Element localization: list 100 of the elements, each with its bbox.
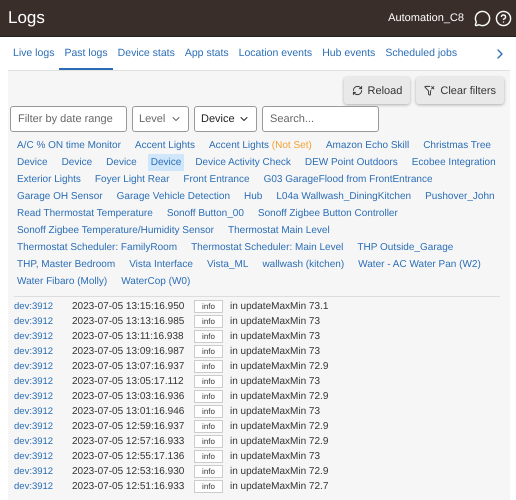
level-tag: info (194, 345, 223, 358)
source-filter[interactable]: Sonoff Zigbee Button Controller (254, 205, 401, 222)
source-filter[interactable]: WaterCop (W0) (118, 273, 194, 290)
source-filter[interactable]: Sonoff Button_00 (164, 205, 247, 222)
source-link[interactable]: dev:3912 (14, 436, 54, 447)
source-filter[interactable]: Device (148, 154, 184, 171)
source-link[interactable]: dev:3912 (14, 421, 54, 432)
log-time: 2023-07-05 12:59:16.937 (72, 421, 186, 432)
search-field[interactable]: Search... (262, 106, 379, 132)
level-tag: info (194, 435, 223, 448)
source-filter[interactable]: Pushover_John (422, 188, 498, 205)
tab[interactable]: Past logs (59, 37, 113, 70)
source-filter[interactable]: Front Entrance (180, 171, 253, 188)
source-filter[interactable]: Garage OH Sensor (14, 188, 106, 205)
chat-icon[interactable] (474, 10, 491, 26)
source-filter[interactable]: Accent Lights (Not Set) (206, 137, 315, 154)
source-link[interactable]: dev:3912 (14, 451, 54, 462)
source-filter[interactable]: Water Fibaro (Molly) (14, 273, 110, 290)
source-filter[interactable]: Thermostat Scheduler: Main Level (188, 239, 346, 256)
tab[interactable]: Scheduled jobs (380, 37, 462, 70)
source-link[interactable]: dev:3912 (14, 481, 54, 492)
source-filter[interactable]: Hub (241, 188, 266, 205)
log-message: in updateMaxMin 73.1 (230, 301, 330, 312)
tab[interactable]: App stats (180, 37, 234, 70)
log-time: 2023-07-05 13:01:16.946 (72, 406, 186, 417)
source-filter[interactable]: Amazon Echo Skill (322, 137, 412, 154)
level-tag: info (194, 375, 223, 388)
source-filter[interactable]: Read Thermostat Temperature (14, 205, 156, 222)
filter-clear-icon (424, 85, 436, 96)
source-filter[interactable]: THP, Master Bedroom (14, 256, 118, 273)
log-time: 2023-07-05 13:07:16.937 (72, 361, 186, 372)
source-filter[interactable]: Accent Lights (132, 137, 198, 154)
level-tag: info (194, 390, 223, 403)
log-message: in updateMaxMin 73 (230, 331, 322, 342)
tab[interactable]: Location events (234, 37, 318, 70)
source-filter[interactable]: THP Outside_Garage (354, 239, 456, 256)
level-tag: info (194, 300, 223, 313)
source-filter[interactable]: G03 GarageFlood from FrontEntrance (260, 171, 436, 188)
source-link[interactable]: dev:3912 (14, 406, 54, 417)
log-message: in updateMaxMin 72.9 (230, 361, 330, 372)
log-message: in updateMaxMin 72.7 (230, 481, 330, 492)
log-time: 2023-07-05 13:13:16.985 (72, 316, 186, 327)
level-tag: info (194, 315, 223, 328)
source-filter[interactable]: Thermostat Scheduler: FamilyRoom (14, 239, 180, 256)
log-message: in updateMaxMin 72.9 (230, 436, 330, 447)
log-message: in updateMaxMin 73 (230, 346, 322, 357)
source-link[interactable]: dev:3912 (14, 316, 54, 327)
log-message: in updateMaxMin 73 (230, 316, 322, 327)
source-link[interactable]: dev:3912 (14, 301, 54, 312)
source-link[interactable]: dev:3912 (14, 346, 54, 357)
level-tag: info (194, 450, 223, 463)
level-tag: info (194, 405, 223, 418)
source-link[interactable]: dev:3912 (14, 361, 54, 372)
log-time: 2023-07-05 13:15:16.950 (72, 301, 186, 312)
level-tag: info (194, 480, 223, 493)
source-filter[interactable]: Device (103, 154, 140, 171)
source-filter[interactable]: Foyer Light Rear (92, 171, 172, 188)
log-time: 2023-07-05 12:53:16.930 (72, 466, 186, 477)
source-filter[interactable]: Thermostat Main Level (224, 222, 333, 239)
log-time: 2023-07-05 13:11:16.938 (72, 331, 185, 342)
source-filter[interactable]: wallwash (kitchen) (259, 256, 348, 273)
source-filter[interactable]: A/C % ON time Monitor (14, 137, 124, 154)
tab[interactable]: Live logs (8, 37, 60, 70)
source-filter[interactable]: L04a Wallwash_DiningKitchen (273, 188, 414, 205)
source-filter[interactable]: Ecobee Integration (408, 154, 499, 171)
log-time: 2023-07-05 13:05:17.112 (72, 376, 185, 387)
date-range-field[interactable]: Filter by date range (10, 106, 127, 132)
source-filter[interactable]: Sonoff Zigbee Temperature/Humidity Sensor (14, 222, 217, 239)
help-icon[interactable] (495, 10, 512, 26)
clear-filters-button[interactable]: Clear filters (416, 77, 504, 104)
source-link[interactable]: dev:3912 (14, 331, 54, 342)
reload-icon (352, 85, 363, 96)
source-link[interactable]: dev:3912 (14, 376, 54, 387)
source-filter[interactable]: Water - AC Water Pan (W2) (355, 256, 484, 273)
log-message: in updateMaxMin 72.9 (230, 421, 330, 432)
source-filter[interactable]: Exterior Lights (14, 171, 84, 188)
source-filter[interactable]: DEW Point Outdoors (302, 154, 401, 171)
tab[interactable]: Device stats (112, 37, 180, 70)
level-tag: info (194, 465, 223, 478)
source-filter[interactable]: Vista_ML (204, 256, 252, 273)
log-message: in updateMaxMin 73 (230, 451, 322, 462)
source-filter[interactable]: Device (58, 154, 96, 171)
device-select[interactable]: Device (194, 106, 257, 132)
reload-button[interactable]: Reload (344, 77, 410, 104)
tab[interactable]: Hub events (317, 37, 380, 70)
source-filter[interactable]: Garage Vehicle Detection (114, 188, 234, 205)
source-filter[interactable]: Device (14, 154, 51, 171)
log-time: 2023-07-05 13:03:16.936 (72, 391, 186, 402)
level-tag: info (194, 330, 223, 343)
source-filter[interactable]: Christmas Tree (420, 137, 494, 154)
log-time: 2023-07-05 12:55:17.136 (72, 451, 186, 462)
log-message: in updateMaxMin 73 (230, 376, 322, 387)
log-message: in updateMaxMin 72.9 (230, 466, 330, 477)
source-filter[interactable]: Device Activity Check (192, 154, 294, 171)
log-message: in updateMaxMin 73 (230, 406, 322, 417)
source-link[interactable]: dev:3912 (14, 391, 54, 402)
level-tag: info (194, 360, 223, 373)
level-select[interactable]: Level (132, 106, 189, 132)
source-filter[interactable]: Vista Interface (126, 256, 196, 273)
source-link[interactable]: dev:3912 (14, 466, 54, 477)
